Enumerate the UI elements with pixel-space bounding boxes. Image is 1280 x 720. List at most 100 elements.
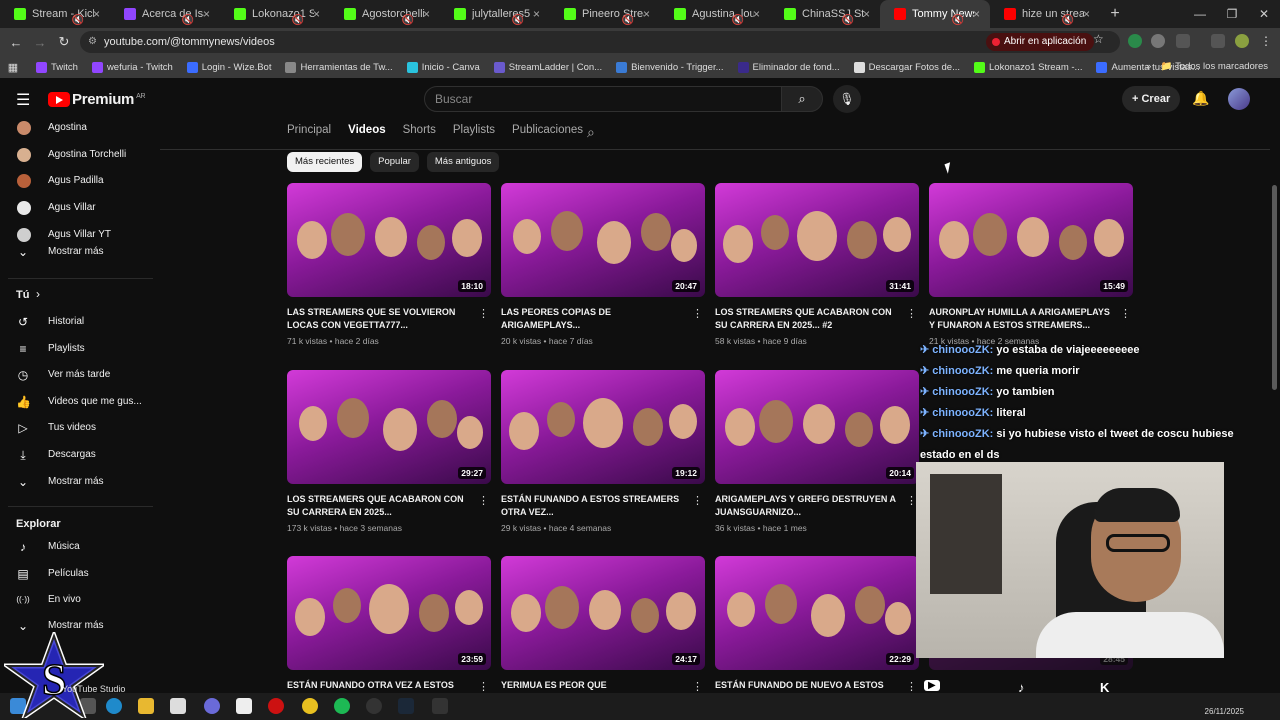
steam-icon[interactable]	[398, 698, 414, 714]
spotify-icon[interactable]	[334, 698, 350, 714]
tab-close-icon[interactable]: ×	[1083, 0, 1090, 28]
browser-tab[interactable]: Agostorchelli Stre🔇 ×	[330, 0, 440, 28]
search-button[interactable]: ⌕	[781, 86, 823, 112]
more-menu-icon[interactable]: ⋮	[1259, 34, 1273, 48]
opera-icon[interactable]	[268, 698, 284, 714]
bookmark-item[interactable]: Inicio - Canva	[406, 61, 480, 73]
minimize-icon[interactable]: —	[1184, 0, 1216, 28]
video-thumbnail[interactable]: 18:10	[287, 183, 491, 297]
video-title[interactable]: LAS STREAMERS QUE SE VOLVIERON LOCAS CON…	[287, 306, 473, 332]
video-title[interactable]: ESTÁN FUNANDO DE NUEVO A ESTOS	[715, 679, 901, 692]
sidebar-item[interactable]: ⤓ Descargas	[16, 445, 154, 465]
video-thumbnail[interactable]: 19:12	[501, 370, 705, 484]
chrome-icon[interactable]	[302, 698, 318, 714]
youtube-logo-icon[interactable]	[48, 92, 70, 107]
tab-muted-icon[interactable]: 🔇	[842, 7, 854, 28]
video-card[interactable]: 29:27 LOS STREAMERS QUE ACABARON CON SU C…	[287, 370, 491, 540]
tab-muted-icon[interactable]: 🔇	[622, 7, 634, 28]
file-explorer-icon[interactable]	[138, 698, 154, 714]
channel-search-icon[interactable]: ⌕	[587, 124, 595, 141]
video-options-icon[interactable]: ⋮	[1120, 307, 1131, 320]
video-options-icon[interactable]: ⋮	[692, 494, 703, 507]
show-more-button[interactable]: ⌄ Mostrar más	[16, 242, 154, 262]
bookmark-item[interactable]: Lokonazo1 Stream -...	[974, 61, 1082, 73]
media-icon[interactable]	[1211, 34, 1225, 48]
site-info-icon[interactable]: ⚙	[88, 31, 97, 53]
reload-icon[interactable]: ↻	[52, 34, 76, 50]
channel-tab[interactable]: Publicaciones	[512, 124, 583, 144]
page-scrollbar[interactable]	[1272, 185, 1277, 390]
sidebar-subscription[interactable]: Agus Padilla	[16, 171, 154, 191]
video-thumbnail[interactable]: 23:59	[287, 556, 491, 670]
channel-tab[interactable]: Videos	[348, 124, 386, 144]
video-options-icon[interactable]: ⋮	[478, 494, 489, 507]
browser-tab[interactable]: julytalleres5 S 🔇 ×	[440, 0, 550, 28]
video-title[interactable]: LAS PEORES COPIAS DE ARIGAMEPLAYS...	[501, 306, 687, 332]
sidebar-item[interactable]: 👍 Videos que me gus...	[16, 392, 154, 412]
video-thumbnail[interactable]: 24:17	[501, 556, 705, 670]
profile-icon[interactable]	[1235, 34, 1249, 48]
apps-grid-icon[interactable]: ▦	[0, 61, 26, 74]
video-card[interactable]: 19:12 ESTÁN FUNANDO A ESTOS STREAMERS OTR…	[501, 370, 705, 540]
bookmark-star-icon[interactable]: ☆	[1093, 32, 1104, 46]
browser-tab[interactable]: Tommy News - Yo🔇 ×	[880, 0, 990, 28]
account-avatar[interactable]	[1228, 88, 1250, 110]
browser-tab[interactable]: Acerca de IsaRoc🔇 ×	[110, 0, 220, 28]
bookmark-item[interactable]: Herramientas de Tw...	[285, 61, 393, 73]
store-icon[interactable]	[170, 698, 186, 714]
sidebar-subscription[interactable]: Agostina Torchelli	[16, 145, 154, 165]
bookmark-item[interactable]: Twitch	[36, 61, 78, 73]
bookmark-item[interactable]: Descargar Fotos de...	[853, 61, 960, 73]
search-input[interactable]: Buscar	[424, 86, 782, 112]
video-title[interactable]: ARIGAMEPLAYS Y GREFG DESTRUYEN A JUANSGU…	[715, 493, 901, 519]
tab-muted-icon[interactable]: 🔇	[732, 7, 744, 28]
obs-icon[interactable]	[366, 698, 382, 714]
edge-icon[interactable]	[106, 698, 122, 714]
sidebar-item[interactable]: ≡ Playlists	[16, 339, 154, 359]
video-thumbnail[interactable]: 29:27	[287, 370, 491, 484]
video-title[interactable]: LOS STREAMERS QUE ACABARON CON SU CARRER…	[715, 306, 901, 332]
channel-tab[interactable]: Principal	[287, 124, 331, 144]
video-options-icon[interactable]: ⋮	[692, 307, 703, 320]
sidebar-item[interactable]: ▤ Películas	[16, 564, 154, 584]
bookmark-item[interactable]: Bienvenido - Trigger...	[616, 61, 724, 73]
forward-icon[interactable]: →	[28, 35, 52, 50]
video-thumbnail[interactable]: 22:29	[715, 556, 919, 670]
tab-close-icon[interactable]: ×	[313, 0, 320, 28]
video-title[interactable]: AURONPLAY HUMILLA A ARIGAMEPLAYS Y FUNAR…	[929, 306, 1115, 332]
tab-muted-icon[interactable]: 🔇	[952, 7, 964, 28]
sort-chip[interactable]: Más antiguos	[426, 152, 500, 172]
sidebar-item[interactable]: ◷ Ver más tarde	[16, 365, 154, 385]
bookmark-item[interactable]: StreamLadder | Con...	[493, 61, 602, 73]
video-card[interactable]: 18:10 LAS STREAMERS QUE SE VOLVIERON LOCA…	[287, 183, 491, 353]
sort-chip[interactable]: Más recientes	[287, 152, 363, 172]
tab-muted-icon[interactable]: 🔇	[1062, 7, 1074, 28]
close-window-icon[interactable]: ✕	[1248, 0, 1280, 28]
back-icon[interactable]: ←	[4, 35, 28, 50]
sidebar-subscription[interactable]: Agostina	[16, 118, 154, 138]
tab-close-icon[interactable]: ×	[203, 0, 210, 28]
video-title[interactable]: ESTÁN FUNANDO OTRA VEZ A ESTOS	[287, 679, 473, 692]
extension-icon[interactable]	[1128, 34, 1142, 48]
url-field[interactable]: ⚙ youtube.com/@tommynews/videos	[80, 31, 1120, 53]
create-button[interactable]: + Crear	[1122, 86, 1180, 112]
browser-tab[interactable]: ChinaSSJ Stre🔇 ×	[770, 0, 880, 28]
tab-muted-icon[interactable]: 🔇	[402, 7, 414, 28]
tab-close-icon[interactable]: ×	[643, 0, 650, 28]
video-thumbnail[interactable]: 20:47	[501, 183, 705, 297]
extension-icon[interactable]	[1151, 34, 1165, 48]
video-options-icon[interactable]: ⋮	[478, 680, 489, 693]
tab-muted-icon[interactable]: 🔇	[512, 7, 524, 28]
tab-close-icon[interactable]: ×	[533, 0, 540, 28]
more-bookmarks-icon[interactable]: »	[1146, 56, 1151, 78]
video-card[interactable]: 20:14 ARIGAMEPLAYS Y GREFG DESTRUYEN A JU…	[715, 370, 919, 540]
browser-tab[interactable]: Stream - Kick Das🔇 ×	[0, 0, 110, 28]
hamburger-menu-icon[interactable]: ☰	[16, 90, 30, 110]
sidebar-item[interactable]: ((·)) En vivo	[16, 590, 154, 610]
sort-chip[interactable]: Popular	[370, 152, 419, 172]
video-thumbnail[interactable]: 15:49	[929, 183, 1133, 297]
app-icon[interactable]	[204, 698, 220, 714]
video-thumbnail[interactable]: 20:14	[715, 370, 919, 484]
youtube-logo-text[interactable]: Premium AR	[72, 91, 146, 108]
open-in-app-button[interactable]: Abrir en aplicación	[986, 33, 1095, 51]
